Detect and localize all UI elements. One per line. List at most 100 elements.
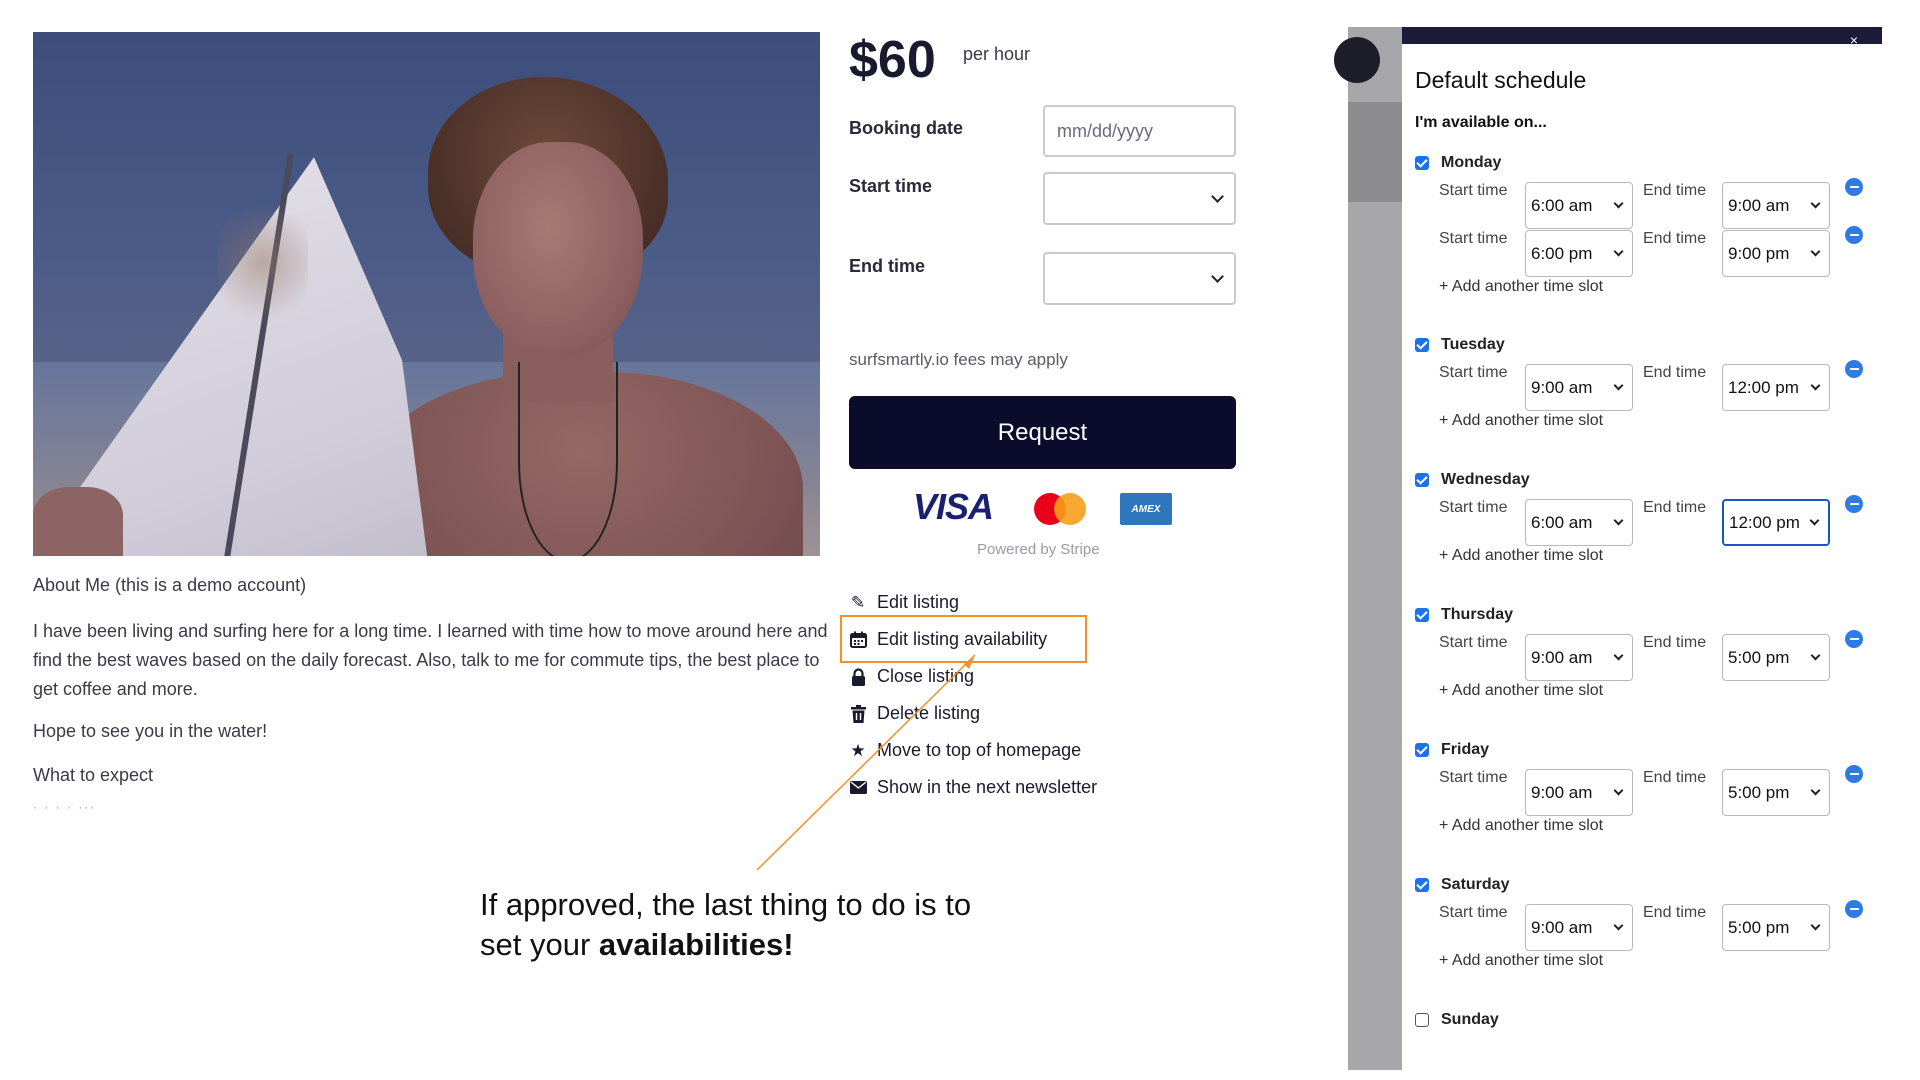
chevron-down-icon	[1810, 246, 1821, 257]
start-time-select[interactable]: 6:00 am	[1525, 499, 1633, 546]
add-time-slot-link[interactable]: + Add another time slot	[1439, 682, 1875, 700]
day-checkbox[interactable]	[1415, 878, 1429, 892]
chevron-down-icon	[1613, 650, 1624, 661]
close-icon[interactable]: ×	[1850, 32, 1858, 48]
schedule-subtitle: I'm available on...	[1415, 114, 1547, 131]
start-time-label: Start time	[1439, 904, 1508, 921]
chevron-down-icon	[1810, 920, 1821, 931]
day-checkbox[interactable]	[1415, 338, 1429, 352]
remove-slot-icon[interactable]	[1845, 360, 1863, 378]
chevron-down-icon	[1613, 198, 1624, 209]
close-listing-link[interactable]: Close listing	[849, 666, 974, 687]
remove-slot-icon[interactable]	[1845, 765, 1863, 783]
remove-slot-icon[interactable]	[1845, 495, 1863, 513]
start-time-select[interactable]: 9:00 am	[1525, 769, 1633, 816]
day-checkbox[interactable]	[1415, 156, 1429, 170]
day-friday: Friday Start time 9:00 am End time 5:00 …	[1415, 739, 1875, 835]
day-checkbox[interactable]	[1415, 473, 1429, 487]
add-time-slot-link[interactable]: + Add another time slot	[1439, 278, 1875, 296]
day-name: Sunday	[1441, 1011, 1499, 1028]
about-heading: About Me (this is a demo account)	[33, 575, 307, 595]
collapse-button[interactable]	[1334, 37, 1380, 83]
delete-listing-link[interactable]: Delete listing	[849, 703, 980, 724]
lock-icon	[849, 667, 867, 686]
chevron-down-icon	[1613, 515, 1624, 526]
start-time-select[interactable]: 6:00 am	[1525, 182, 1633, 229]
booking-date-label: Booking date	[849, 118, 964, 138]
start-time-select[interactable]: 9:00 am	[1525, 904, 1633, 951]
day-checkbox[interactable]	[1415, 608, 1429, 622]
visa-logo: VISA	[913, 486, 994, 527]
chevron-down-icon	[1810, 380, 1821, 391]
day-thursday: Thursday Start time 9:00 am End time 5:0…	[1415, 604, 1875, 700]
highlight-box	[840, 615, 1087, 663]
chevron-down-icon	[1613, 785, 1624, 796]
day-name: Thursday	[1441, 606, 1514, 623]
request-button[interactable]: Request	[849, 396, 1236, 469]
remove-slot-icon[interactable]	[1845, 226, 1863, 244]
show-in-newsletter-link[interactable]: Show in the next newsletter	[849, 777, 1097, 798]
about-expect: What to expect	[33, 765, 154, 785]
schedule-panel: × Default schedule I'm available on... M…	[1402, 27, 1882, 1070]
chevron-down-icon	[1211, 189, 1224, 203]
callout-line-1: If approved, the last thing to do is to	[480, 887, 972, 922]
start-time-label: Start time	[1439, 634, 1508, 651]
end-time-select[interactable]: 9:00 pm	[1722, 230, 1830, 277]
chevron-down-icon	[1211, 269, 1224, 283]
amex-logo: AMEX	[1120, 493, 1172, 525]
action-label: Show in the next newsletter	[877, 777, 1098, 797]
mastercard-logo	[1034, 493, 1086, 525]
action-label: Delete listing	[877, 703, 981, 723]
end-time-select[interactable]: 5:00 pm	[1722, 769, 1830, 816]
powered-by-stripe: Powered by Stripe	[977, 541, 1100, 558]
start-time-label: Start time	[1439, 230, 1508, 247]
schedule-title: Default schedule	[1415, 67, 1587, 93]
move-to-top-link[interactable]: ★ Move to top of homepage	[849, 740, 1081, 761]
day-monday: Monday Start time 6:00 am End time 9:00 …	[1415, 152, 1875, 296]
start-time-label: Start time	[849, 176, 933, 196]
schedule-header-bar: ×	[1402, 27, 1882, 48]
day-name: Saturday	[1441, 876, 1510, 893]
chevron-down-icon	[1613, 920, 1624, 931]
start-time-select[interactable]	[1043, 172, 1236, 225]
start-time-label: Start time	[1439, 364, 1508, 381]
chevron-down-icon	[1810, 198, 1821, 209]
about-body: I have been living and surfing here for …	[33, 621, 828, 699]
end-time-label: End time	[1643, 904, 1707, 921]
end-time-select[interactable]	[1043, 252, 1236, 305]
booking-date-input[interactable]: mm/dd/yyyy	[1043, 105, 1236, 157]
start-time-label: Start time	[1439, 769, 1508, 786]
add-time-slot-link[interactable]: + Add another time slot	[1439, 817, 1875, 835]
add-time-slot-link[interactable]: + Add another time slot	[1439, 412, 1875, 430]
chevron-down-icon	[1809, 515, 1820, 526]
remove-slot-icon[interactable]	[1845, 630, 1863, 648]
callout-emphasis: availabilities!	[598, 927, 794, 962]
envelope-icon	[849, 779, 867, 797]
day-sunday: Sunday	[1415, 1009, 1875, 1031]
end-time-select[interactable]: 12:00 pm	[1722, 364, 1830, 411]
start-time-select[interactable]: 9:00 am	[1525, 364, 1633, 411]
callout-text: If approved, the last thing to do is to …	[480, 885, 971, 965]
chevron-down-icon	[1810, 650, 1821, 661]
end-time-select[interactable]: 5:00 pm	[1722, 904, 1830, 951]
end-time-label: End time	[1643, 182, 1707, 199]
end-time-select[interactable]: 12:00 pm	[1722, 499, 1830, 546]
trash-icon	[849, 704, 867, 723]
start-time-label: Start time	[1439, 499, 1508, 516]
end-time-label: End time	[1643, 364, 1707, 381]
start-time-select[interactable]: 6:00 pm	[1525, 230, 1633, 277]
edit-listing-link[interactable]: ✎ Edit listing	[849, 592, 959, 613]
end-time-select[interactable]: 5:00 pm	[1722, 634, 1830, 681]
day-saturday: Saturday Start time 9:00 am End time 5:0…	[1415, 874, 1875, 970]
chevron-down-icon	[1613, 246, 1624, 257]
day-checkbox[interactable]	[1415, 743, 1429, 757]
day-checkbox[interactable]	[1415, 1013, 1429, 1027]
listing-photo	[33, 32, 820, 556]
end-time-label: End time	[1643, 769, 1707, 786]
remove-slot-icon[interactable]	[1845, 178, 1863, 196]
add-time-slot-link[interactable]: + Add another time slot	[1439, 547, 1875, 565]
start-time-select[interactable]: 9:00 am	[1525, 634, 1633, 681]
end-time-select[interactable]: 9:00 am	[1722, 182, 1830, 229]
add-time-slot-link[interactable]: + Add another time slot	[1439, 952, 1875, 970]
remove-slot-icon[interactable]	[1845, 900, 1863, 918]
